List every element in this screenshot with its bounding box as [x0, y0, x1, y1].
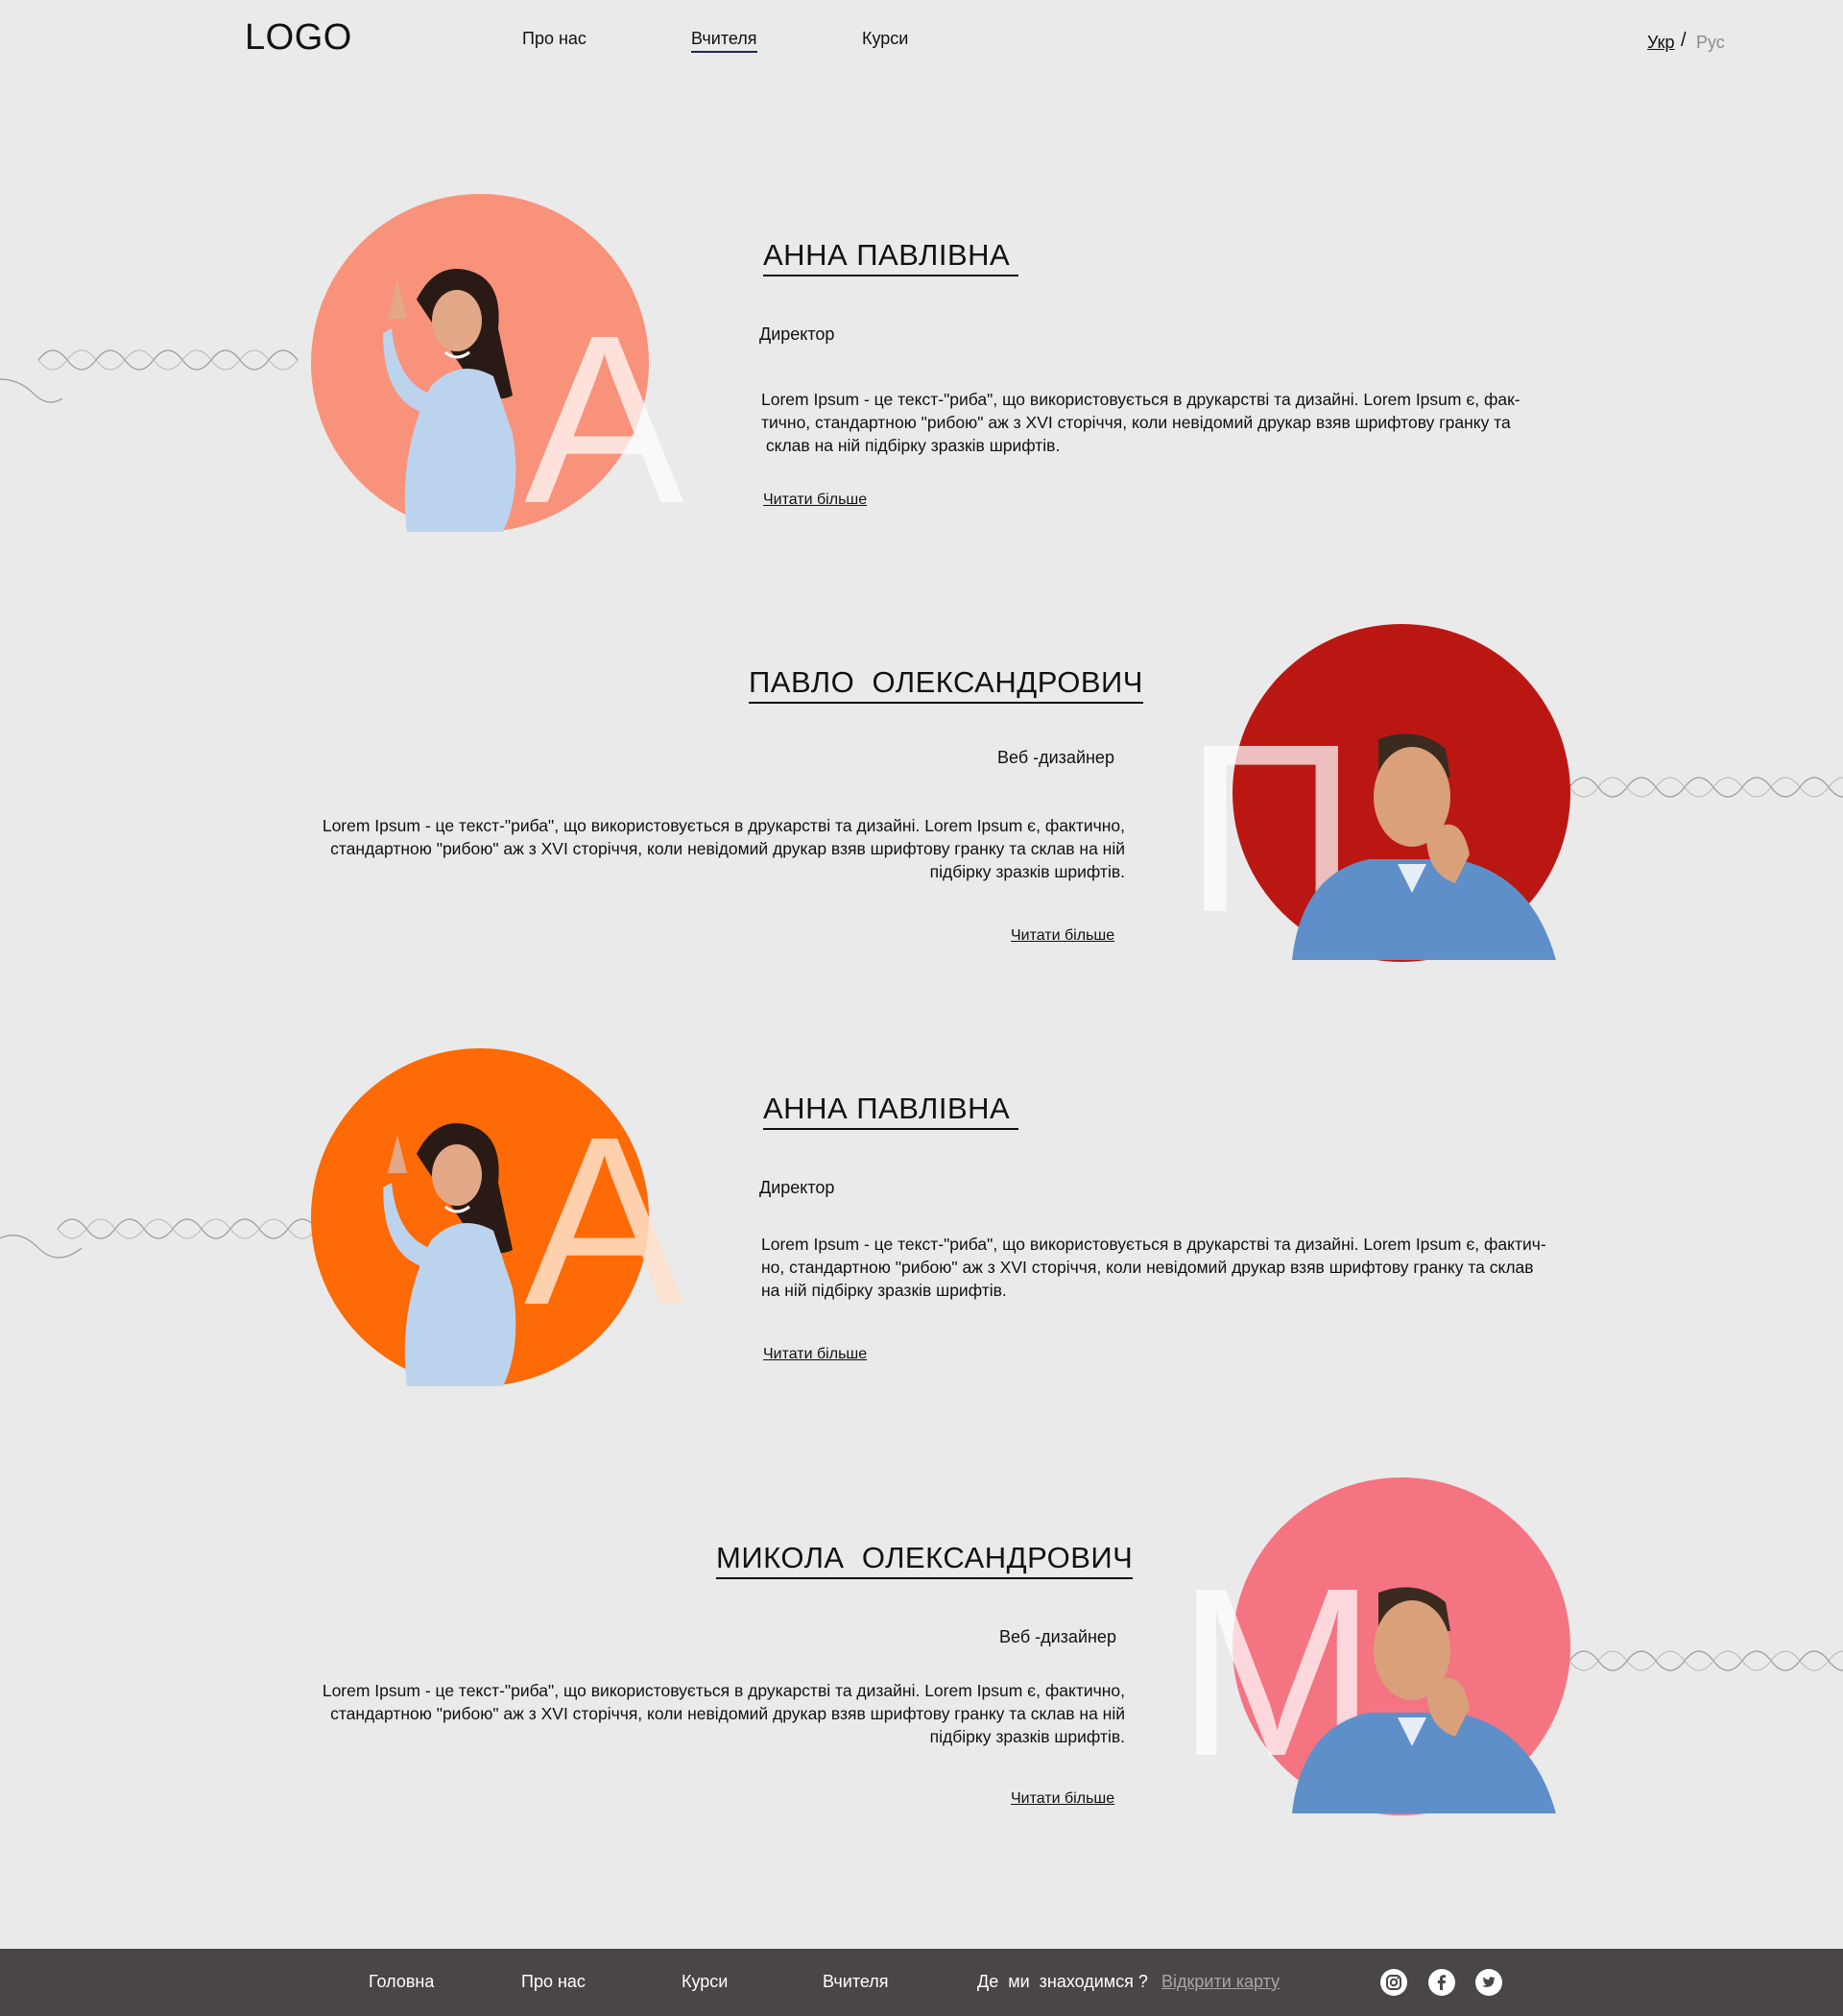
teacher-card: М МИКОЛА ОЛЕКСАНДРОВИЧ Веб -дизайнер Lor…	[0, 1474, 1843, 1819]
read-more-link[interactable]: Читати більше	[763, 1346, 867, 1363]
description-line: тично, стандартною "рибою" аж з XVI стор…	[761, 413, 1511, 432]
wave-decoration	[0, 349, 299, 403]
teacher-description: Lorem Ipsum - це текст-"риба", що викори…	[288, 814, 1125, 883]
teacher-card: А АННА ПАВЛІВНА Директор Lorem Ipsum - ц…	[0, 1046, 1843, 1392]
lang-ukr[interactable]: Укр	[1647, 33, 1675, 53]
read-more-link[interactable]: Читати більше	[763, 492, 867, 509]
teacher-name: МИКОЛА ОЛЕКСАНДРОВИЧ	[716, 1541, 1134, 1579]
description-line: підбірку зразків шрифтів.	[929, 1727, 1125, 1746]
wave-decoration	[0, 1218, 317, 1259]
nav-about[interactable]: Про нас	[522, 29, 586, 49]
avatar: П	[1185, 624, 1570, 962]
description-line: Lorem Ipsum - це текст-"риба", що викори…	[761, 1235, 1546, 1254]
lang-separator: /	[1681, 30, 1687, 51]
teacher-role: Веб -дизайнер	[999, 1627, 1116, 1646]
facebook-icon	[1437, 1975, 1446, 1990]
avatar: А	[311, 1048, 684, 1386]
teacher-name: ПАВЛО ОЛЕКСАНДРОВИЧ	[749, 665, 1143, 704]
teacher-description: Lorem Ipsum - це текст-"риба", що викори…	[288, 1679, 1125, 1748]
teacher-photo	[1292, 733, 1556, 960]
footer-nav-home[interactable]: Головна	[369, 1972, 434, 1992]
teacher-role: Директор	[759, 324, 835, 344]
facebook-icon[interactable]	[1428, 1969, 1455, 1996]
initial-letter: А	[524, 285, 684, 553]
nav-courses[interactable]: Курси	[862, 29, 908, 49]
site-footer: Головна Про нас Курси Вчителя Де ми знах…	[0, 1949, 1843, 2016]
open-map-link[interactable]: Відкрити карту	[1161, 1972, 1280, 1992]
teacher-description: Lorem Ipsum - це текст-"риба", що викори…	[761, 388, 1520, 457]
logo[interactable]: LOGO	[245, 17, 352, 59]
description-line: стандартною "рибою" аж з XVI сторіччя, к…	[330, 839, 1125, 858]
footer-nav-about[interactable]: Про нас	[521, 1972, 586, 1992]
instagram-icon[interactable]	[1380, 1969, 1407, 1996]
avatar: М	[1177, 1477, 1570, 1815]
twitter-icon[interactable]	[1475, 1969, 1502, 1996]
teacher-card: П ПАВЛО ОЛЕКСАНДРОВИЧ Веб -дизайнер Lore…	[0, 619, 1843, 965]
wave-decoration	[1569, 777, 1843, 798]
description-line: Lorem Ipsum - це текст-"риба", що викори…	[761, 390, 1520, 409]
description-line: склав на ній підбірку зразків шрифтів.	[761, 436, 1061, 455]
read-more-link[interactable]: Читати більше	[1011, 1790, 1114, 1808]
lang-rus[interactable]: Рус	[1696, 33, 1725, 53]
description-line: Lorem Ipsum - це текст-"риба", що викори…	[322, 816, 1125, 835]
teacher-name: АННА ПАВЛІВНА	[763, 238, 1019, 276]
teacher-photo	[383, 1123, 516, 1386]
avatar: А	[311, 194, 684, 540]
teacher-card: А АННА ПАВЛІВНА Директор Lorem Ipsum - ц…	[0, 192, 1843, 540]
teacher-role: Веб -дизайнер	[997, 748, 1114, 767]
teacher-description: Lorem Ipsum - це текст-"риба", що викори…	[761, 1233, 1546, 1302]
description-line: но, стандартною "рибою" аж з XVI сторічч…	[761, 1258, 1534, 1277]
teacher-name: АННА ПАВЛІВНА	[763, 1092, 1019, 1130]
nav-teachers[interactable]: Вчителя	[691, 29, 757, 53]
teacher-role: Директор	[759, 1178, 835, 1197]
teacher-photo	[1292, 1587, 1556, 1813]
instagram-icon	[1386, 1975, 1401, 1990]
description-line: Lorem Ipsum - це текст-"риба", що викори…	[322, 1681, 1125, 1700]
description-line: підбірку зразків шрифтів.	[929, 862, 1125, 881]
description-line: на ній підбірку зразків шрифтів.	[761, 1281, 1007, 1300]
footer-nav-teachers[interactable]: Вчителя	[823, 1972, 889, 1992]
footer-nav-courses[interactable]: Курси	[682, 1972, 728, 1992]
read-more-link[interactable]: Читати більше	[1011, 927, 1114, 945]
twitter-icon	[1482, 1977, 1496, 1987]
location-label: Де ми знаходимся ?	[977, 1972, 1148, 1991]
wave-decoration	[1569, 1650, 1843, 1671]
site-header: LOGO Про нас Вчителя Курси Укр / Рус	[0, 0, 1843, 86]
description-line: стандартною "рибою" аж з XVI сторіччя, к…	[330, 1704, 1125, 1723]
